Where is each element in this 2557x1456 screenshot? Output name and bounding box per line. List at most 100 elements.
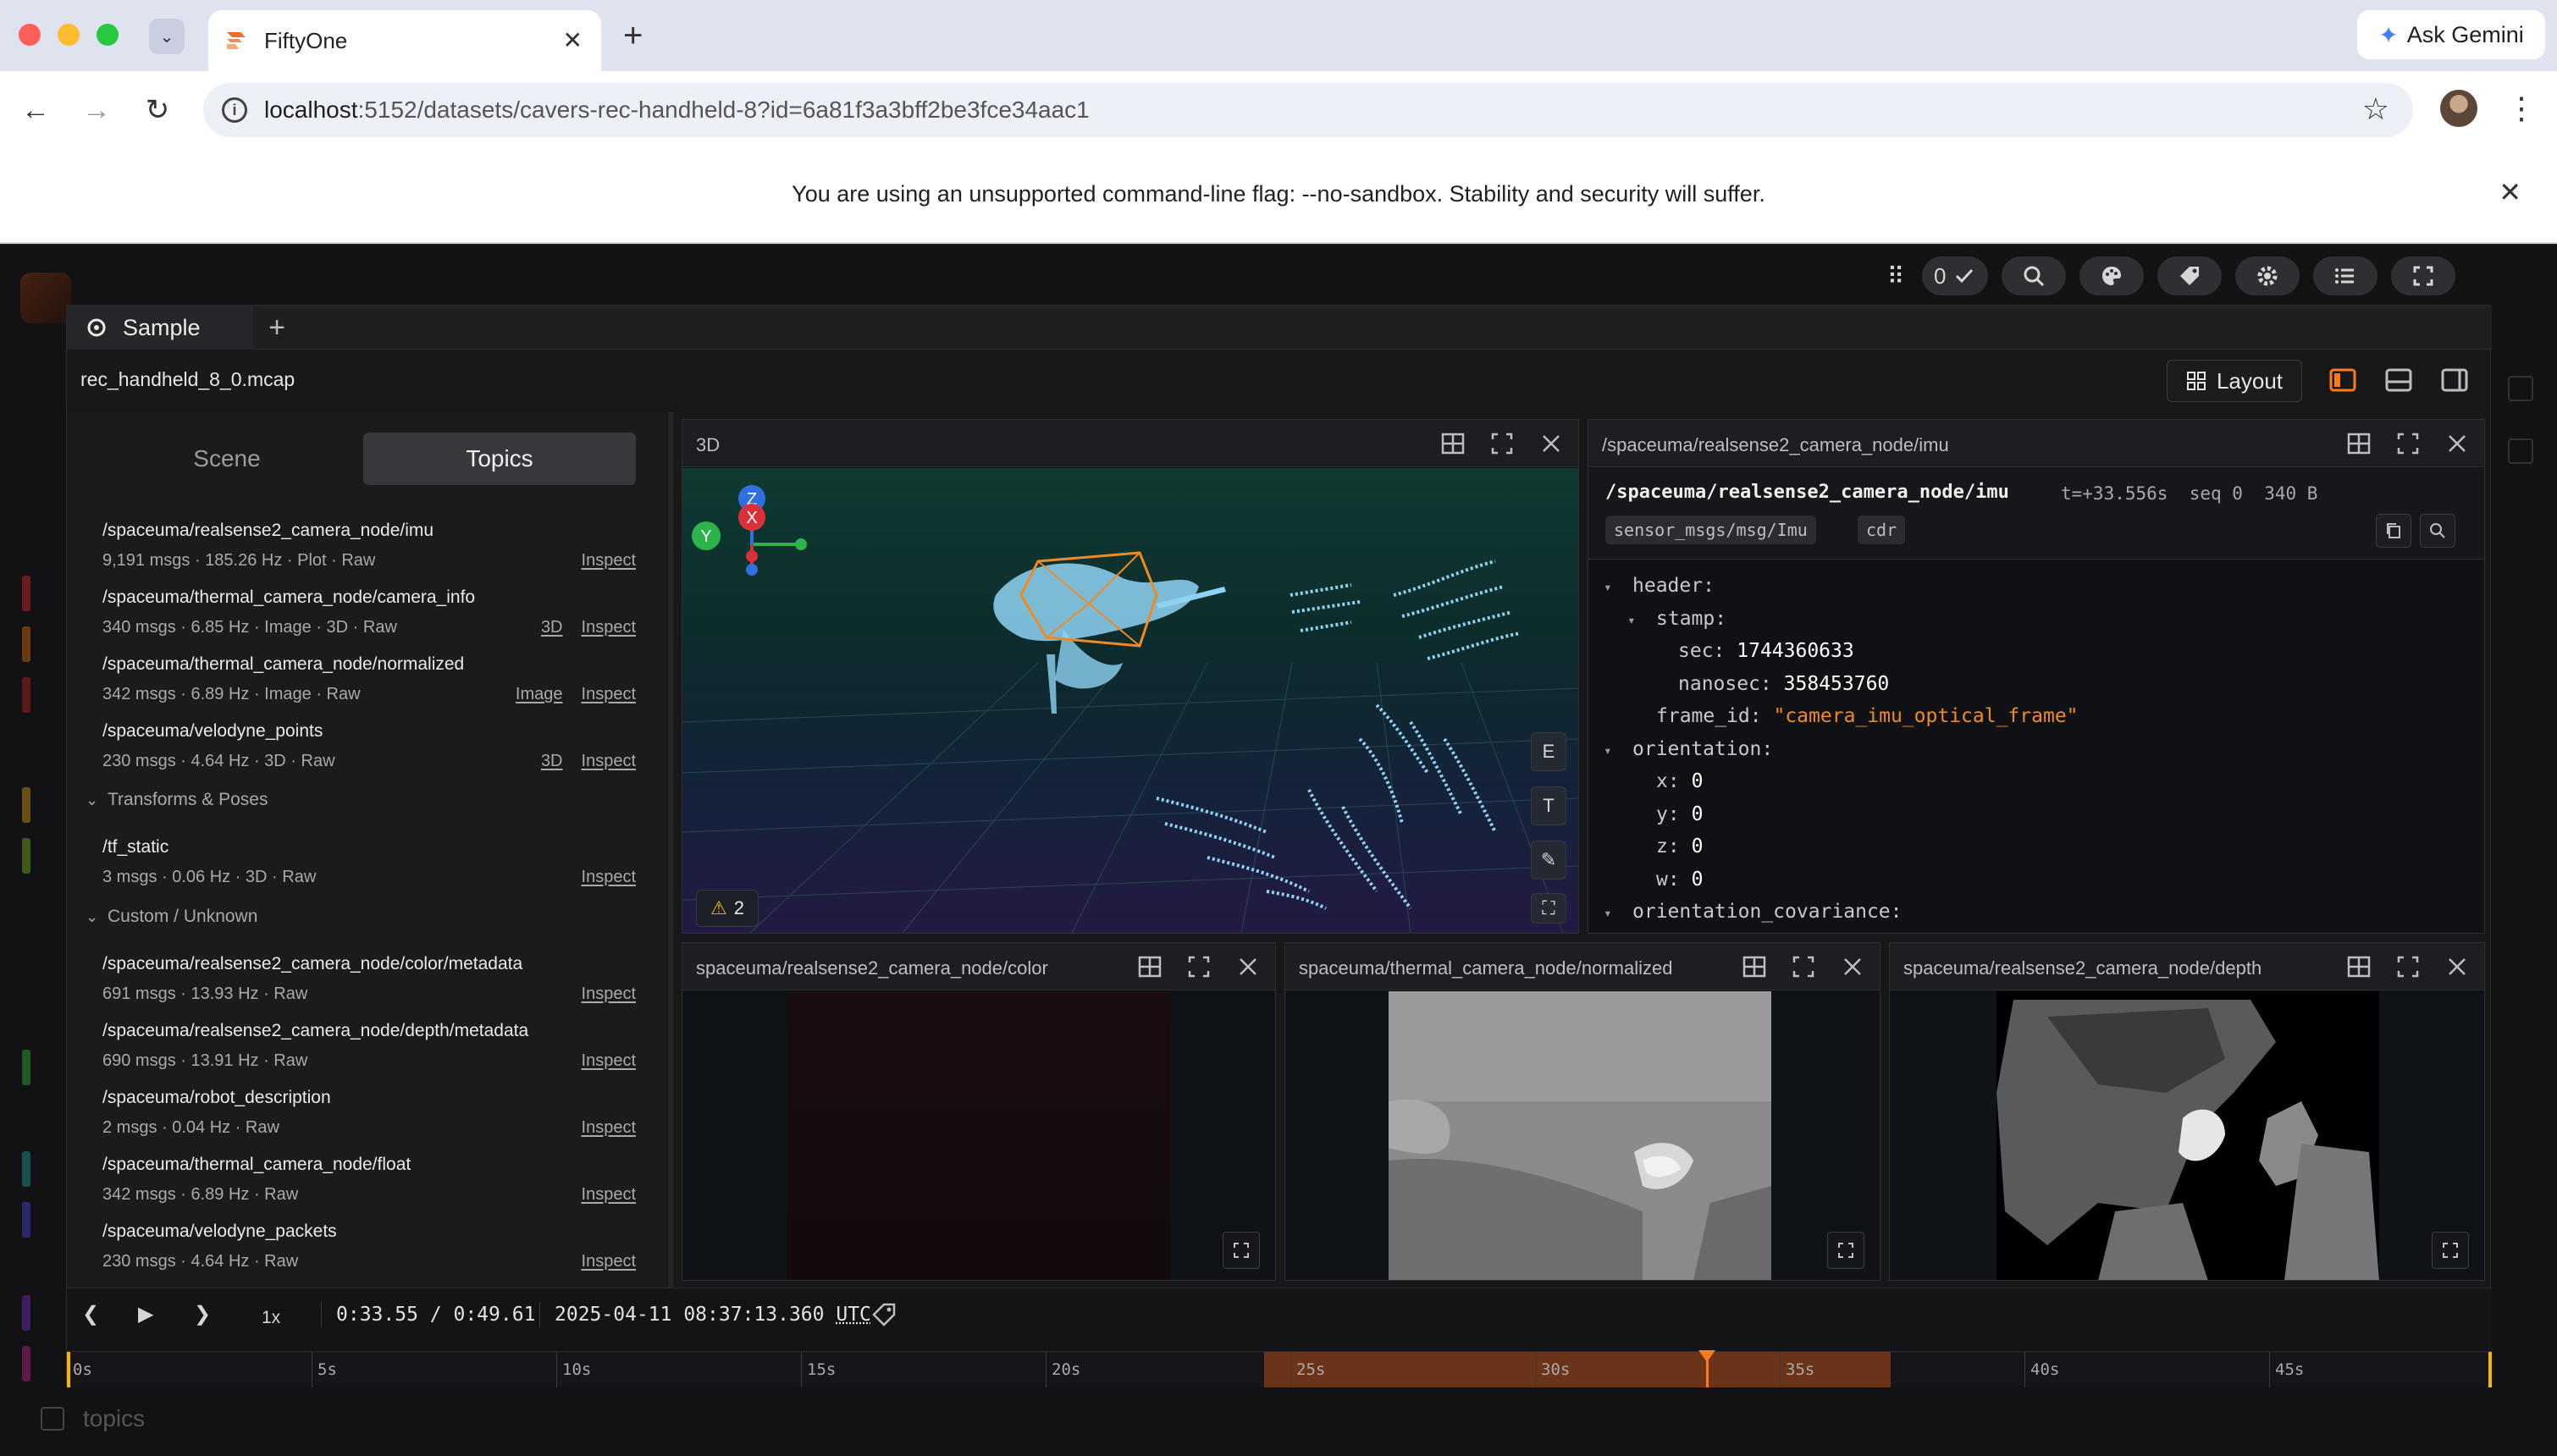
depth-image-viewport[interactable] <box>1890 991 2484 1280</box>
topic-item[interactable]: /spaceuma/thermal_camera_node/camera_inf… <box>102 587 636 652</box>
tag-button[interactable] <box>2157 256 2223 295</box>
maximize-icon[interactable] <box>1790 953 1817 980</box>
topic-item[interactable]: /spaceuma/robot_description 2 msgs · 0.0… <box>102 1088 636 1152</box>
back-arrow-icon[interactable]: ← <box>17 91 54 129</box>
topic-item[interactable]: /spaceuma/realsense2_camera_node/depth/m… <box>102 1021 636 1085</box>
selected-count-button[interactable]: 0 <box>1922 256 1989 295</box>
address-bar[interactable]: i localhost:5152/datasets/cavers-rec-han… <box>203 83 2413 137</box>
topic-item[interactable]: /spaceuma/velodyne_packets 230 msgs · 4.… <box>102 1222 636 1286</box>
3d-viewport[interactable]: Z X Y E T ✎ ⛶ ⚠ 2 <box>682 468 1578 933</box>
timeline-scrubber[interactable]: 0s 5s 10s 15s 20s 25s 30s 35s 40s 45s <box>67 1350 2492 1387</box>
topic-item[interactable]: /spaceuma/realsense2_camera_node/color/m… <box>102 954 636 1018</box>
inspect-link[interactable]: Inspect <box>582 1252 636 1271</box>
reload-icon[interactable]: ↻ <box>139 91 176 129</box>
maximize-icon[interactable] <box>2394 430 2422 457</box>
search-message-button[interactable] <box>2420 514 2455 548</box>
view-3d-link[interactable]: 3D <box>541 618 563 637</box>
play-icon[interactable]: ▶ <box>138 1300 153 1329</box>
sidebar-resize-handle[interactable] <box>668 412 673 1288</box>
tab-sample[interactable]: Sample <box>67 306 253 350</box>
new-tab-plus-icon[interactable]: + <box>623 17 643 54</box>
inspect-link[interactable]: Inspect <box>582 868 636 887</box>
profile-avatar[interactable] <box>2440 90 2477 127</box>
tab-search-chevron-down-icon[interactable]: ⌄ <box>149 19 185 54</box>
bottom-panel-layout-icon[interactable] <box>2383 365 2414 395</box>
warnings-badge[interactable]: ⚠ 2 <box>696 890 759 927</box>
expand-image-button[interactable] <box>2432 1232 2469 1269</box>
browser-menu-kebab-icon[interactable]: ⋮ <box>2506 90 2537 127</box>
tag-icon[interactable] <box>871 1302 897 1327</box>
view-e-button[interactable]: E <box>1531 732 1566 771</box>
copy-button[interactable] <box>2376 514 2411 548</box>
tree-row[interactable]: ▾ header: <box>1604 570 2079 603</box>
color-image-viewport[interactable] <box>682 991 1275 1280</box>
expand-image-button[interactable] <box>1223 1232 1260 1269</box>
color-palette-button[interactable] <box>2079 256 2145 295</box>
topic-item[interactable]: /spaceuma/thermal_camera_node/float 342 … <box>102 1155 636 1219</box>
browser-tab-fiftyone[interactable]: FiftyOne ✕ <box>208 10 601 71</box>
maximize-icon[interactable] <box>2394 953 2422 980</box>
split-panel-icon[interactable] <box>1136 953 1163 980</box>
tab-scene[interactable]: Scene <box>91 433 363 485</box>
playhead[interactable] <box>1698 1350 1715 1387</box>
close-icon[interactable] <box>1839 953 1866 980</box>
site-info-icon[interactable]: i <box>222 97 247 123</box>
inspect-link[interactable]: Inspect <box>582 1185 636 1205</box>
topic-item[interactable]: /spaceuma/realsense2_camera_node/imu 9,1… <box>102 521 636 585</box>
expand-image-button[interactable] <box>1827 1232 1864 1269</box>
list-view-button[interactable] <box>2313 256 2378 295</box>
window-minimize-button[interactable] <box>58 24 80 46</box>
view-t-button[interactable]: T <box>1531 786 1566 825</box>
step-forward-icon[interactable]: ❯ <box>194 1300 211 1329</box>
settings-button[interactable] <box>2235 256 2300 295</box>
inspect-link[interactable]: Inspect <box>582 551 636 571</box>
url-text[interactable]: localhost:5152/datasets/cavers-rec-handh… <box>264 95 1090 125</box>
window-zoom-button[interactable] <box>97 24 119 46</box>
ask-gemini-button[interactable]: ✦ Ask Gemini <box>2357 10 2545 59</box>
inspect-link[interactable]: Inspect <box>582 618 636 637</box>
group-header-transforms[interactable]: ⌄ Transforms & Poses <box>86 790 268 810</box>
inspect-link[interactable]: Inspect <box>582 1051 636 1071</box>
add-tab-plus-icon[interactable]: + <box>258 309 295 346</box>
caret-down-icon[interactable]: ▾ <box>1604 897 1632 930</box>
split-panel-icon[interactable] <box>2345 953 2372 980</box>
tree-row[interactable]: ▾ stamp: <box>1604 603 2079 636</box>
infobar-close-icon[interactable]: ✕ <box>2499 176 2521 208</box>
close-icon[interactable] <box>2444 953 2471 980</box>
playback-speed[interactable]: 1x <box>262 1304 280 1332</box>
close-icon[interactable] <box>1234 953 1262 980</box>
search-button[interactable] <box>2002 256 2067 295</box>
close-icon[interactable] <box>2444 430 2471 457</box>
inspect-link[interactable]: Inspect <box>582 752 636 771</box>
view-image-link[interactable]: Image <box>516 685 563 704</box>
tab-topics[interactable]: Topics <box>363 433 636 485</box>
timezone[interactable]: UTC <box>836 1304 871 1326</box>
sidebar-right-layout-icon[interactable] <box>2439 365 2470 395</box>
tree-row[interactable]: ▾ orientation: <box>1604 733 2079 766</box>
thermal-image-viewport[interactable] <box>1285 991 1880 1280</box>
close-tab-icon[interactable]: ✕ <box>563 25 583 56</box>
topic-item[interactable]: /spaceuma/thermal_camera_node/normalized… <box>102 654 636 719</box>
caret-down-icon[interactable]: ▾ <box>1604 571 1632 604</box>
topic-item[interactable]: /tf_static 3 msgs · 0.06 Hz · 3D · Raw I… <box>102 837 636 902</box>
forward-arrow-icon[interactable]: → <box>78 91 115 129</box>
split-panel-icon[interactable] <box>2345 430 2372 457</box>
bookmark-star-icon[interactable]: ☆ <box>2362 91 2389 127</box>
inspect-link[interactable]: Inspect <box>582 1118 636 1138</box>
sidebar-left-layout-icon[interactable] <box>2328 365 2358 395</box>
group-header-custom[interactable]: ⌄ Custom / Unknown <box>86 907 257 927</box>
window-close-button[interactable] <box>19 24 41 46</box>
layout-button[interactable]: Layout <box>2167 360 2302 402</box>
fullscreen-button[interactable] <box>2391 256 2456 295</box>
step-back-icon[interactable]: ❮ <box>82 1300 99 1329</box>
inspect-link[interactable]: Inspect <box>582 984 636 1004</box>
view-3d-link[interactable]: 3D <box>541 752 563 771</box>
caret-down-icon[interactable]: ▾ <box>1604 735 1632 768</box>
inspect-link[interactable]: Inspect <box>582 685 636 704</box>
point-cloud-scene[interactable]: Z X Y <box>682 468 1578 933</box>
drag-grip-icon[interactable]: ⠿ <box>1883 262 1908 290</box>
fullscreen-scene-button[interactable]: ⛶ <box>1531 893 1566 924</box>
maximize-icon[interactable] <box>1185 953 1212 980</box>
close-icon[interactable] <box>1538 430 1565 457</box>
caret-down-icon[interactable]: ▾ <box>1627 604 1656 637</box>
